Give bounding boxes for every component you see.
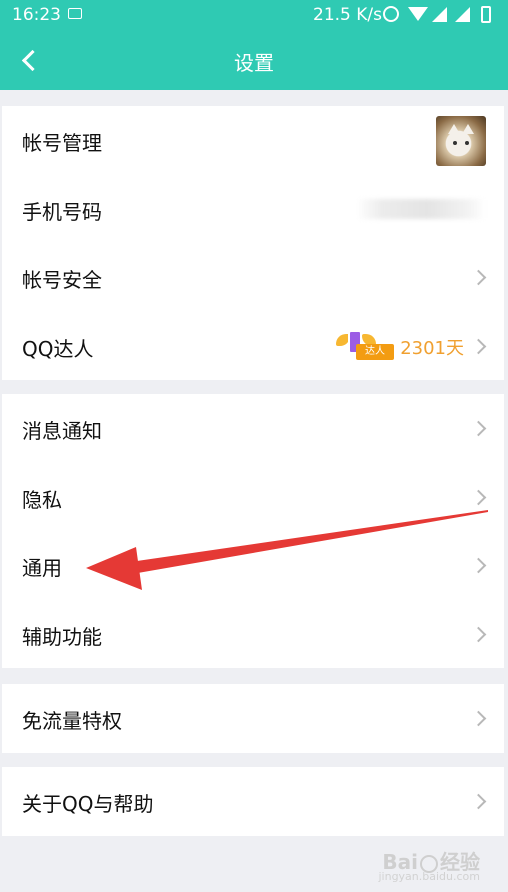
expert-badge-label: 达人 <box>356 343 394 360</box>
settings-item-label: 免流量特权 <box>22 709 122 733</box>
network-speed: 21.5 K/s <box>313 5 382 25</box>
chevron-right-icon <box>470 710 487 727</box>
status-bar: 16:23 21.5 K/s <box>0 0 508 30</box>
page-title: 设置 <box>234 51 274 75</box>
about-group: 关于QQ与帮助 <box>2 767 504 836</box>
chevron-right-icon <box>470 557 487 574</box>
signal-icon <box>432 7 447 22</box>
status-time: 16:23 <box>12 5 61 25</box>
settings-item-label: 通用 <box>22 556 62 580</box>
avatar <box>436 116 486 166</box>
settings-item-label: 手机号码 <box>22 199 102 224</box>
settings-item-phone-number[interactable]: 手机号码 <box>2 175 504 244</box>
settings-item-qq-expert[interactable]: QQ达人 达人 2301天 <box>2 312 504 381</box>
battery-icon <box>481 6 491 23</box>
settings-item-label: 关于QQ与帮助 <box>22 792 154 816</box>
watermark-subtext: jingyan.baidu.com <box>378 870 480 883</box>
expert-days: 2301天 <box>400 337 464 359</box>
settings-item-label: 隐私 <box>22 487 62 512</box>
settings-item-account-security[interactable]: 帐号安全 <box>2 243 504 312</box>
settings-item-free-data[interactable]: 免流量特权 <box>2 684 504 753</box>
chevron-right-icon <box>470 338 487 354</box>
image-icon <box>68 8 82 19</box>
data-free-group: 免流量特权 <box>2 684 504 753</box>
settings-item-label: 辅助功能 <box>22 624 102 649</box>
chevron-right-icon <box>470 420 487 437</box>
settings-item-about-help[interactable]: 关于QQ与帮助 <box>2 767 504 836</box>
general-group: 消息通知 隐私 通用 辅助功能 <box>2 394 504 668</box>
title-bar: 设置 <box>0 30 508 90</box>
settings-item-account-management[interactable]: 帐号管理 <box>2 106 504 175</box>
settings-item-general[interactable]: 通用 <box>2 531 504 600</box>
settings-item-notifications[interactable]: 消息通知 <box>2 394 504 463</box>
signal-icon <box>455 7 470 22</box>
settings-item-label: 帐号安全 <box>22 268 102 292</box>
baidu-watermark: Bai 经验 jingyan.baidu.com <box>378 846 480 883</box>
expert-badge-icon: 达人 <box>336 329 394 364</box>
chevron-right-icon <box>470 793 487 810</box>
settings-item-label: 消息通知 <box>22 419 102 443</box>
wifi-icon <box>408 7 428 21</box>
settings-item-accessibility[interactable]: 辅助功能 <box>2 600 504 669</box>
chevron-right-icon <box>470 626 487 642</box>
settings-item-label: 帐号管理 <box>22 131 102 155</box>
alarm-icon <box>383 6 399 22</box>
account-group: 帐号管理 手机号码 帐号安全 QQ达人 达人 2301天 <box>2 106 504 380</box>
settings-item-privacy[interactable]: 隐私 <box>2 463 504 532</box>
settings-item-label: QQ达人 <box>22 336 94 361</box>
chevron-right-icon <box>470 489 487 505</box>
chevron-right-icon <box>470 269 487 286</box>
redacted-phone-value <box>356 198 486 219</box>
